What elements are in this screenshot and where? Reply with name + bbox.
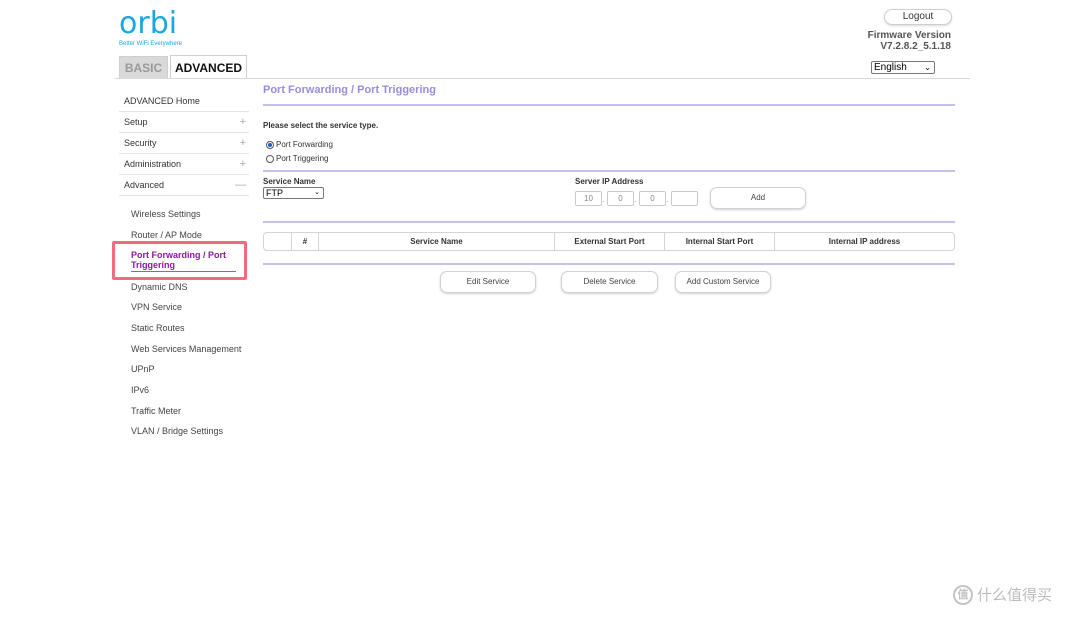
language-select[interactable]: English ⌄ (871, 61, 935, 74)
col-service-name: Service Name (319, 233, 555, 250)
chevron-down-icon: ⌄ (924, 63, 931, 72)
ip-dot: . (603, 198, 605, 204)
service-name-select[interactable]: FTP ⌄ (263, 187, 324, 199)
ip-octet-1[interactable]: 10 (575, 191, 602, 206)
logout-button[interactable]: Logout (884, 9, 952, 25)
radio-unselected-icon[interactable] (266, 154, 274, 163)
sidebar-item-advanced[interactable]: Advanced — (119, 175, 249, 196)
logo-tagline: Better WiFi Everywhere (119, 41, 183, 47)
add-custom-service-button[interactable]: Add Custom Service (675, 271, 771, 293)
watermark-logo-icon: 值 (953, 584, 973, 605)
sidebar-subitem-traffic-meter[interactable]: Traffic Meter (131, 406, 181, 416)
service-name-label: Service Name (263, 177, 316, 186)
sidebar-item-setup[interactable]: Setup + (119, 112, 249, 133)
service-type-prompt: Please select the service type. (263, 121, 379, 130)
plus-icon: + (239, 137, 246, 149)
tab-advanced[interactable]: ADVANCED (170, 55, 247, 79)
section-divider (263, 170, 955, 172)
sidebar-item-label: Setup (124, 117, 148, 127)
sidebar-subitem-vpn-service[interactable]: VPN Service (131, 302, 182, 312)
title-divider (263, 104, 955, 106)
sidebar-subitem-wireless-settings[interactable]: Wireless Settings (131, 209, 201, 219)
server-ip-label: Server IP Address (575, 177, 644, 186)
ip-octet-2[interactable]: 0 (607, 191, 634, 206)
plus-icon: + (239, 158, 246, 170)
table-bottom-divider (263, 263, 955, 265)
header-divider (115, 78, 970, 79)
table-top-divider (263, 221, 955, 223)
tab-basic[interactable]: BASIC (119, 56, 168, 78)
ip-dot: . (635, 198, 637, 204)
col-internal-ip: Internal IP address (828, 237, 901, 246)
sidebar-item-advanced-home[interactable]: ADVANCED Home (119, 91, 249, 112)
watermark-text: 什么值得买 (977, 586, 1053, 604)
ip-octet-4[interactable] (671, 191, 698, 206)
firmware-version: V7.2.8.2_5.1.18 (880, 41, 951, 52)
radio-label: Port Triggering (276, 154, 329, 163)
delete-service-button[interactable]: Delete Service (561, 271, 658, 293)
add-button[interactable]: Add (710, 187, 806, 209)
radio-label: Port Forwarding (276, 140, 333, 149)
ip-dot: . (667, 198, 669, 204)
orbi-logo: orbi Better WiFi Everywhere (119, 6, 183, 48)
edit-service-button[interactable]: Edit Service (440, 271, 536, 293)
radio-selected-icon[interactable] (266, 140, 274, 149)
radio-port-triggering[interactable]: Port Triggering (266, 154, 328, 163)
radio-port-forwarding[interactable]: Port Forwarding (266, 140, 333, 149)
sidebar-subitem-web-services-management[interactable]: Web Services Management (131, 344, 241, 354)
sidebar-item-label: Security (124, 138, 157, 148)
ip-octet-3[interactable]: 0 (639, 191, 666, 206)
chevron-down-icon: ⌄ (314, 189, 320, 196)
plus-icon: + (239, 116, 246, 128)
sidebar-item-label: Administration (124, 159, 182, 169)
logo-text: orbi (119, 6, 178, 41)
sidebar-item-security[interactable]: Security + (119, 133, 249, 154)
col-internal-start-port: Internal Start Port (665, 233, 775, 250)
col-index: # (292, 233, 319, 250)
sidebar-subitem-upnp[interactable]: UPnP (131, 364, 155, 374)
service-name-value: FTP (266, 188, 283, 198)
page-title: Port Forwarding / Port Triggering (263, 84, 436, 96)
col-external-start-port: External Start Port (555, 233, 665, 250)
sidebar-subitem-dynamic-dns[interactable]: Dynamic DNS (131, 282, 188, 292)
watermark: 值 什么值得买 (953, 584, 1052, 605)
sidebar-subitem-vlan-bridge[interactable]: VLAN / Bridge Settings (131, 426, 223, 436)
sidebar-subitem-static-routes[interactable]: Static Routes (131, 323, 185, 333)
minus-icon: — (235, 179, 246, 191)
col-select (264, 233, 292, 250)
annotation-highlight-box (112, 241, 247, 280)
sidebar-subitem-router-ap-mode[interactable]: Router / AP Mode (131, 230, 202, 240)
sidebar-item-administration[interactable]: Administration + (119, 154, 249, 175)
sidebar-subitem-ipv6[interactable]: IPv6 (131, 385, 149, 395)
services-table-header: # Service Name External Start Port Inter… (263, 232, 955, 251)
firmware-label: Firmware Version (867, 30, 951, 41)
sidebar-item-label: Advanced (124, 180, 165, 190)
sidebar-item-label: ADVANCED Home (124, 96, 200, 106)
language-selected: English (874, 62, 907, 73)
